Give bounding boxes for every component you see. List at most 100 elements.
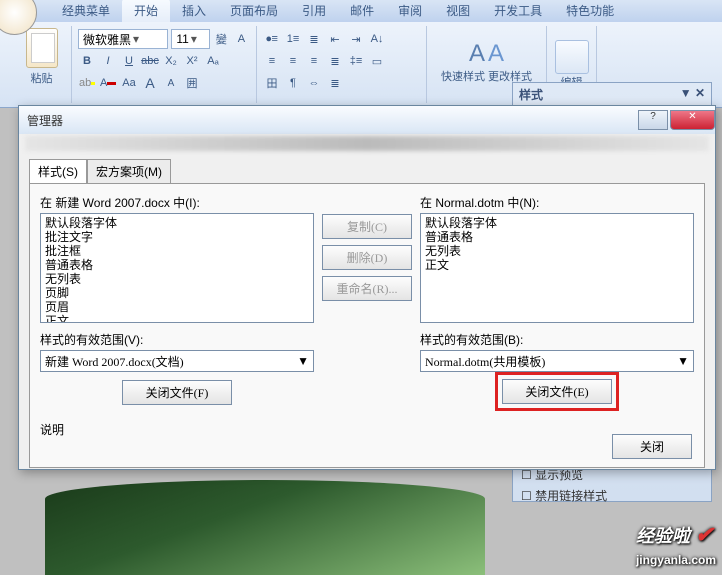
delete-button[interactable]: 删除(D) [322,245,412,270]
rename-button[interactable]: 重命名(R)... [322,276,412,301]
tab-macros[interactable]: 宏方案项(M) [87,159,171,183]
find-icon[interactable] [555,40,589,74]
group-font: 微软雅黑▾ 11▾ 變 A B I U abc X₂ X² Aₐ ab A Aa… [72,26,257,103]
list-item[interactable]: 普通表格 [425,230,689,244]
disable-linked-checkbox[interactable]: ☐ 禁用链接样式 [513,485,711,506]
tab-layout[interactable]: 页面布局 [218,0,290,22]
dialog-title: 管理器 [27,112,63,129]
close-file-right-button[interactable]: 关闭文件(E) [502,379,612,404]
list-item[interactable]: 无列表 [45,272,309,286]
styles-panel-close-icon[interactable]: ✕ [695,86,705,100]
dialog-blur [25,136,709,151]
ribbon-tabs: 经典菜单 开始 插入 页面布局 引用 邮件 审阅 视图 开发工具 特色功能 [0,0,722,22]
list-item[interactable]: 普通表格 [45,258,309,272]
change-case-button[interactable]: Aa [120,74,138,92]
bullets-icon[interactable]: ⦁≡ [263,30,281,48]
justify-icon[interactable]: ≣ [326,52,344,70]
tab-styles[interactable]: 样式(S) [29,159,87,183]
indent-inc-icon[interactable]: ⇥ [347,30,365,48]
list-item[interactable]: 页眉 [45,300,309,314]
right-scope-label: 样式的有效范围(B): [420,331,694,348]
align-center-icon[interactable]: ≡ [284,52,302,70]
document-background [45,480,485,575]
subscript-button[interactable]: X₂ [162,52,180,70]
highlight-icon[interactable]: ab [78,74,96,92]
bold-button[interactable]: B [78,52,96,70]
paste-button[interactable] [26,28,58,68]
tab-developer[interactable]: 开发工具 [482,0,554,22]
styles-panel-title: 样式 ▼ ✕ [513,83,711,106]
tab-mail[interactable]: 邮件 [338,0,386,22]
copy-button[interactable]: 复制(C) [322,214,412,239]
tab-home[interactable]: 开始 [122,0,170,22]
group-clipboard: 粘贴 [12,26,72,103]
dialog-close-icon[interactable]: ✕ [670,110,715,130]
list-item[interactable]: 正文 [425,258,689,272]
highlight-box: 关闭文件(E) [495,372,619,411]
border-icon[interactable]: 田 [263,74,281,92]
para-icon[interactable]: ≣ [326,74,344,92]
left-column: 在 新建 Word 2007.docx 中(I): 默认段落字体 批注文字 批注… [40,194,314,411]
organizer-dialog: 管理器 ? ✕ 样式(S) 宏方案项(M) 在 新建 Word 2007.doc… [18,105,716,470]
italic-button[interactable]: I [99,52,117,70]
sort-icon[interactable]: A↓ [368,30,386,48]
font-size-combo[interactable]: 11▾ [171,29,209,49]
watermark: 经验啦 ✔ jingyanla.com [636,522,716,569]
tab-view[interactable]: 视图 [434,0,482,22]
tab-special[interactable]: 特色功能 [554,0,626,22]
dialog-titlebar: 管理器 ? ✕ [19,106,715,134]
dialog-close-button[interactable]: 关闭 [612,434,692,459]
list-item[interactable]: 无列表 [425,244,689,258]
tab-insert[interactable]: 插入 [170,0,218,22]
group-paragraph: ⦁≡ 1≡ ≣ ⇤ ⇥ A↓ ≡ ≡ ≡ ≣ ‡≡ ▭ 田 ¶ ⇔ ≣ [257,26,427,103]
dialog-frame: 在 新建 Word 2007.docx 中(I): 默认段落字体 批注文字 批注… [29,183,705,468]
underline-button[interactable]: U [120,52,138,70]
strike-button[interactable]: abc [141,52,159,70]
font-color-icon[interactable]: A [99,74,117,92]
styles-panel-dropdown-icon[interactable]: ▼ [680,86,692,100]
show-marks-icon[interactable]: ¶ [284,74,302,92]
list-item[interactable]: 正文 [45,314,309,323]
wen-icon[interactable]: 變 [213,30,230,48]
superscript-button[interactable]: X² [183,52,201,70]
quick-styles-icon[interactable]: A [469,40,485,68]
tab-review[interactable]: 审阅 [386,0,434,22]
indent-dec-icon[interactable]: ⇤ [326,30,344,48]
grow-font-icon[interactable]: A [233,30,250,48]
tab-references[interactable]: 引用 [290,0,338,22]
align-right-icon[interactable]: ≡ [305,52,323,70]
list-item[interactable]: 默认段落字体 [45,216,309,230]
multilevel-icon[interactable]: ≣ [305,30,323,48]
dialog-help-icon[interactable]: ? [638,110,668,130]
right-column: 在 Normal.dotm 中(N): 默认段落字体 普通表格 无列表 正文 样… [420,194,694,411]
list-item[interactable]: 批注框 [45,244,309,258]
close-file-left-button[interactable]: 关闭文件(F) [122,380,232,405]
list-item[interactable]: 批注文字 [45,230,309,244]
quick-styles-label: 快速样式 [441,68,485,84]
paste-label: 粘贴 [31,70,53,86]
right-in-label: 在 Normal.dotm 中(N): [420,194,694,211]
line-spacing-icon[interactable]: ‡≡ [347,52,365,70]
middle-buttons: 复制(C) 删除(D) 重命名(R)... [322,194,412,411]
dialog-tabs: 样式(S) 宏方案项(M) [29,159,705,183]
right-scope-combo[interactable]: Normal.dotm(共用模板)▼ [420,350,694,372]
change-styles-icon[interactable]: A [488,40,504,68]
font-name-combo[interactable]: 微软雅黑▾ [78,29,168,49]
right-listbox[interactable]: 默认段落字体 普通表格 无列表 正文 [420,213,694,323]
dist-icon[interactable]: ⇔ [305,74,323,92]
numbering-icon[interactable]: 1≡ [284,30,302,48]
clear-format-icon[interactable]: Aₐ [204,52,222,70]
char-border-icon[interactable]: 囲 [183,74,201,92]
left-scope-label: 样式的有效范围(V): [40,331,314,348]
shading-icon[interactable]: ▭ [368,52,386,70]
list-item[interactable]: 默认段落字体 [425,216,689,230]
tab-classic[interactable]: 经典菜单 [50,0,122,22]
description-label: 说明 [40,421,694,438]
left-listbox[interactable]: 默认段落字体 批注文字 批注框 普通表格 无列表 页脚 页眉 正文 [40,213,314,323]
align-left-icon[interactable]: ≡ [263,52,281,70]
grow-font-button[interactable]: A [141,74,159,92]
list-item[interactable]: 页脚 [45,286,309,300]
shrink-font-button[interactable]: A [162,74,180,92]
left-in-label: 在 新建 Word 2007.docx 中(I): [40,194,314,211]
left-scope-combo[interactable]: 新建 Word 2007.docx(文档)▼ [40,350,314,372]
